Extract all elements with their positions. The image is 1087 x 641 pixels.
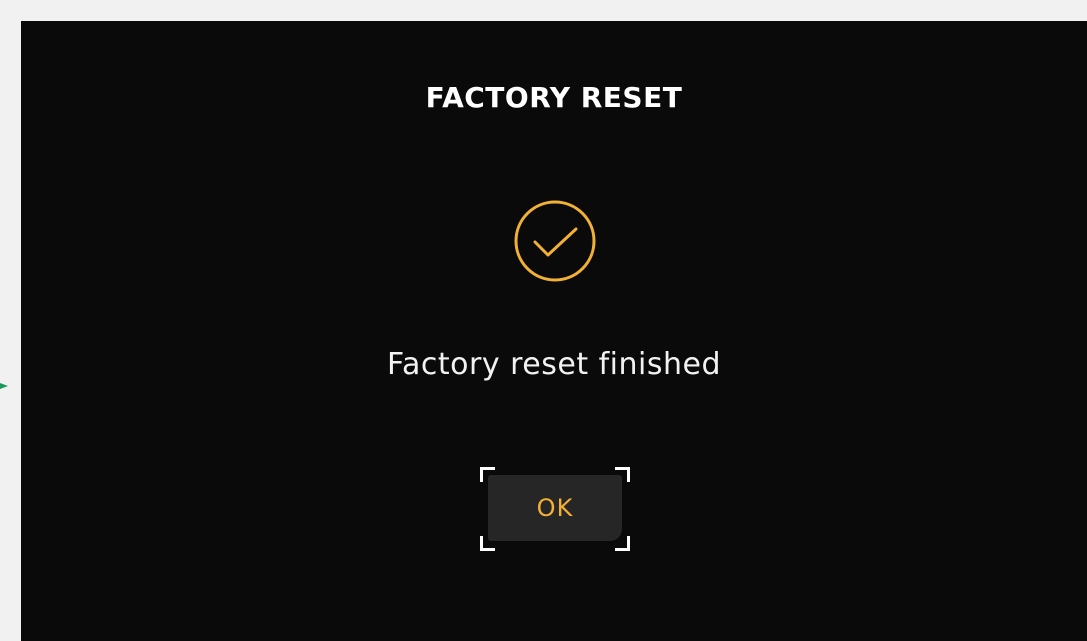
ok-button[interactable]: OK — [488, 475, 622, 541]
ok-button-focus-frame: OK — [480, 467, 630, 551]
status-message: Factory reset finished — [386, 347, 722, 382]
check-circle-icon — [514, 200, 596, 282]
arrow-right-icon — [0, 383, 8, 389]
page-title: FACTORY RESET — [425, 81, 683, 114]
factory-reset-screen: FACTORY RESET Factory reset finished OK — [21, 21, 1087, 641]
